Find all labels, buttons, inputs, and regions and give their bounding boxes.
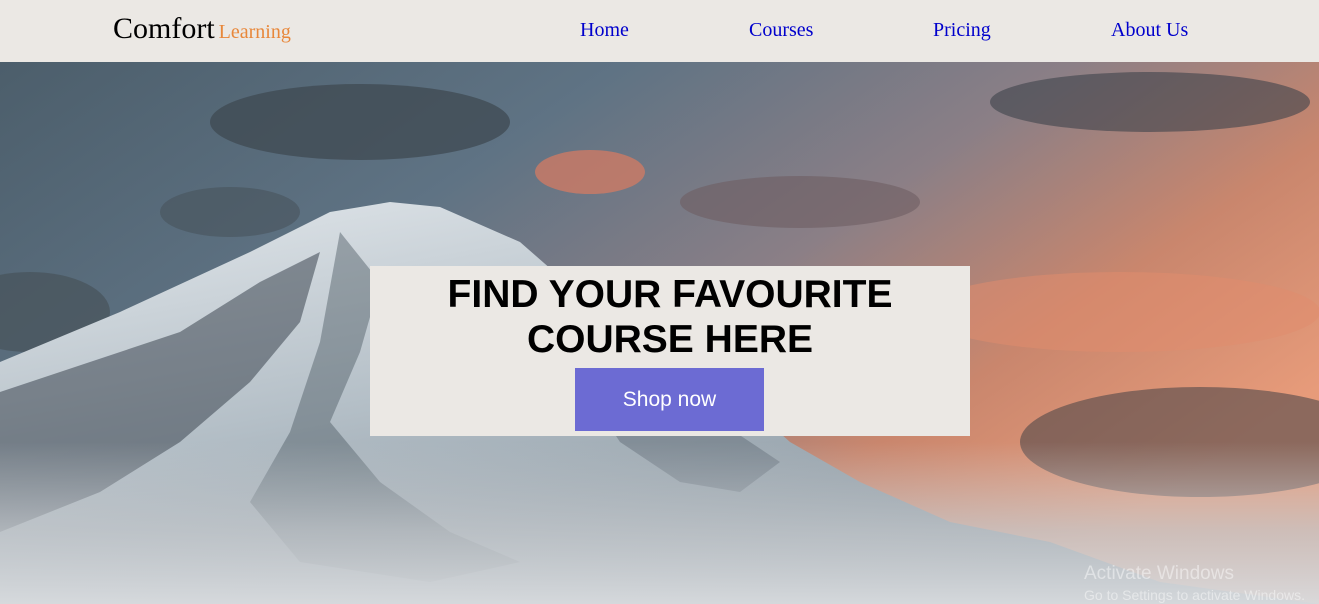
- shop-now-button[interactable]: Shop now: [575, 368, 764, 431]
- navbar: Comfort Learning Home Courses Pricing Abo…: [0, 0, 1319, 62]
- nav-link-courses[interactable]: Courses: [749, 19, 813, 42]
- watermark-subtitle: Go to Settings to activate Windows.: [1084, 587, 1305, 603]
- nav-link-pricing[interactable]: Pricing: [933, 19, 991, 42]
- hero-title: FIND YOUR FAVOURITE COURSE HERE: [370, 266, 970, 362]
- hero-cta-box: FIND YOUR FAVOURITE COURSE HERE Shop now: [370, 266, 970, 436]
- nav-link-about-us[interactable]: About Us: [1111, 19, 1188, 42]
- hero-section: FIND YOUR FAVOURITE COURSE HERE Shop now…: [0, 62, 1319, 604]
- activate-windows-watermark: Activate Windows Go to Settings to activ…: [1084, 562, 1305, 604]
- watermark-title: Activate Windows: [1084, 563, 1234, 584]
- brand-logo[interactable]: Comfort Learning: [113, 12, 291, 46]
- hero-title-line-1: FIND YOUR FAVOURITE: [447, 273, 893, 316]
- brand-tagline: Learning: [218, 21, 291, 43]
- nav-link-home[interactable]: Home: [580, 19, 629, 42]
- hero-title-line-2: COURSE HERE: [526, 318, 814, 361]
- brand-name: Comfort: [113, 12, 215, 45]
